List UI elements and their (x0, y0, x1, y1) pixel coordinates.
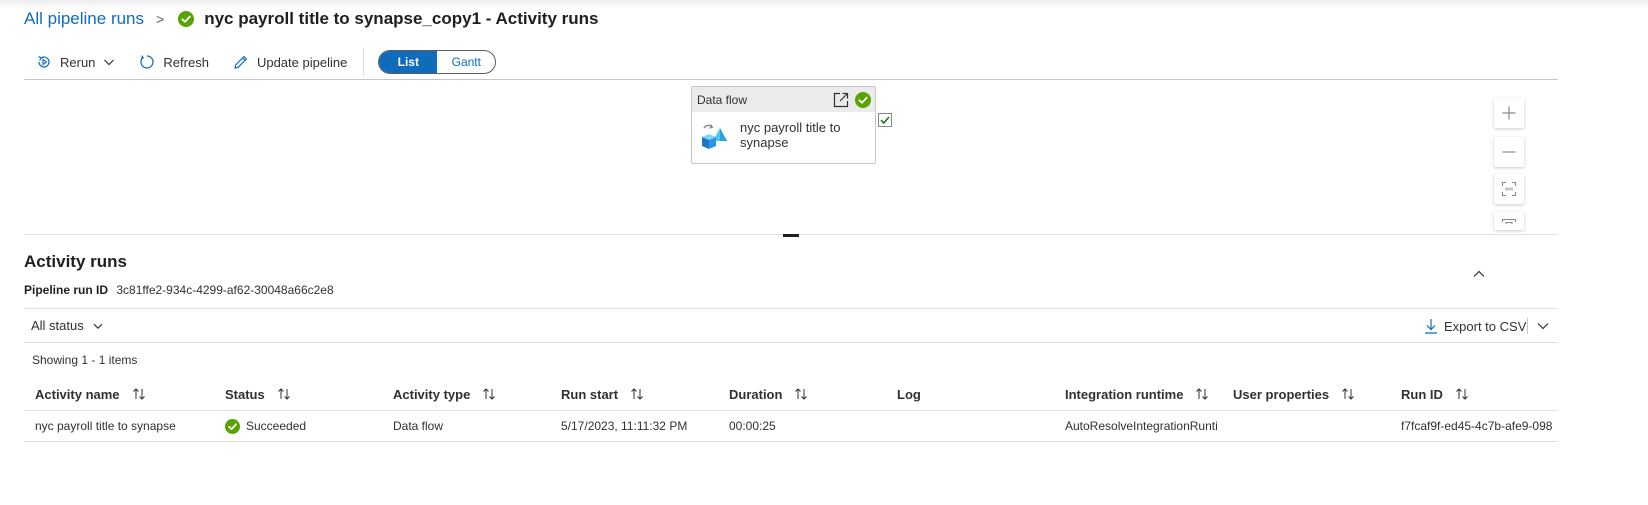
column-header-label: User properties (1233, 386, 1330, 402)
column-header-run-id[interactable]: Run ID (1401, 378, 1558, 410)
column-header-label: Duration (729, 386, 783, 402)
sort-icon[interactable] (1455, 387, 1469, 401)
update-pipeline-label: Update pipeline (256, 54, 348, 70)
zoom-100-button[interactable] (1494, 174, 1524, 204)
column-header-label: Status (225, 386, 265, 402)
activity-node-header: Data flow (692, 87, 875, 112)
sort-icon[interactable] (794, 387, 808, 401)
minus-icon (1502, 151, 1516, 153)
list-view-button[interactable]: List (379, 51, 438, 73)
cell-log (897, 411, 1065, 441)
sort-icon[interactable] (277, 387, 291, 401)
activity-node-name: nyc payroll title to synapse (740, 120, 841, 150)
activity-runs-table-header: Activity name Status Activity type Run s… (24, 378, 1558, 411)
column-header-label: Activity name (35, 386, 120, 402)
update-pipeline-button[interactable]: Update pipeline (221, 48, 359, 76)
pipeline-run-id-value: 3c81ffe2-934c-4299-af62-30048a66c2e8 (116, 283, 334, 297)
chevron-down-icon[interactable] (1535, 318, 1551, 334)
column-header-label: Log (897, 386, 921, 402)
success-icon (178, 11, 195, 27)
cell-user-properties (1233, 411, 1401, 441)
pipeline-run-id: Pipeline run ID 3c81ffe2-934c-4299-af62-… (24, 283, 334, 297)
open-external-icon[interactable] (832, 91, 850, 109)
refresh-icon (140, 55, 154, 69)
column-header-duration[interactable]: Duration (729, 378, 897, 410)
zoom-reset-icon (1501, 181, 1517, 197)
breadcrumb-separator: > (156, 11, 165, 27)
cell-integration-runtime: AutoResolveIntegrationRunti (1065, 419, 1218, 433)
page-title: nyc payroll title to synapse_copy1 - Act… (204, 9, 599, 28)
table-row[interactable]: nyc payroll title to synapse Succeeded D… (24, 411, 1558, 442)
pipeline-canvas[interactable]: Data flow nyc payroll title to synapse (24, 79, 1558, 235)
pipeline-run-id-label: Pipeline run ID (24, 283, 109, 297)
filter-bar: All status Export to CSV (24, 308, 1558, 343)
activity-runs-title: Activity runs (24, 252, 127, 271)
column-header-activity-type[interactable]: Activity type (393, 378, 561, 410)
pane-splitter[interactable] (783, 234, 799, 237)
chevron-up-icon[interactable] (1471, 266, 1487, 282)
export-to-csv-button[interactable]: Export to CSV (1424, 316, 1526, 336)
rerun-icon (38, 55, 50, 68)
cell-status: Succeeded (225, 411, 393, 441)
breadcrumb: All pipeline runs > nyc payroll title to… (24, 8, 598, 30)
download-icon (1425, 319, 1437, 334)
view-toggle: List Gantt (378, 50, 497, 74)
cell-run-id[interactable]: f7fcaf9f-ed45-4c7b-afe9-098 (1401, 411, 1558, 441)
column-header-label: Activity type (393, 386, 471, 402)
zoom-in-button[interactable] (1494, 98, 1524, 128)
breadcrumb-all-pipeline-runs[interactable]: All pipeline runs (24, 9, 144, 29)
column-header-label: Run start (561, 386, 619, 402)
column-header-log: Log (897, 378, 1065, 410)
items-count: Showing 1 - 1 items (32, 353, 138, 367)
refresh-button[interactable]: Refresh (127, 48, 221, 76)
activity-node-type: Data flow (697, 92, 748, 107)
top-shade (0, 0, 1648, 8)
gantt-view-button[interactable]: Gantt (437, 51, 495, 73)
column-header-status[interactable]: Status (225, 378, 393, 410)
fit-screen-icon (1501, 218, 1517, 224)
status-filter-label: All status (31, 318, 84, 333)
activity-node-body: nyc payroll title to synapse (692, 112, 875, 154)
cell-activity-name[interactable]: nyc payroll title to synapse (35, 411, 225, 441)
rerun-button[interactable]: Rerun (24, 48, 127, 76)
zoom-out-button[interactable] (1494, 137, 1524, 167)
rerun-label: Rerun (60, 54, 96, 70)
plus-icon (1502, 106, 1516, 120)
status-label: Succeeded (246, 419, 307, 433)
edit-icon (234, 55, 248, 69)
sort-icon[interactable] (1195, 387, 1209, 401)
cell-run-start: 5/17/2023, 11:11:32 PM (561, 419, 688, 433)
column-header-run-start[interactable]: Run start (561, 378, 729, 410)
chevron-down-icon (104, 59, 115, 66)
chevron-down-icon (93, 323, 103, 329)
success-icon (225, 418, 240, 434)
success-icon (855, 91, 871, 108)
column-header-integration-runtime[interactable]: Integration runtime (1065, 378, 1233, 410)
sort-icon[interactable] (482, 387, 496, 401)
cell-duration: 00:00:25 (729, 419, 776, 433)
checkmark-icon (880, 116, 890, 125)
activity-node[interactable]: Data flow nyc payroll title to synapse (691, 86, 876, 164)
column-header-activity-name[interactable]: Activity name (35, 378, 225, 410)
cell-activity-type: Data flow (393, 419, 444, 433)
export-divider (1527, 318, 1528, 334)
refresh-label: Refresh (163, 54, 209, 70)
data-flow-icon (702, 124, 727, 149)
sort-icon[interactable] (1341, 387, 1355, 401)
node-select-checkbox[interactable] (878, 113, 892, 127)
toolbar-divider (363, 48, 365, 76)
column-header-label: Run ID (1401, 386, 1443, 402)
export-to-csv-label: Export to CSV (1444, 318, 1527, 334)
column-header-user-properties[interactable]: User properties (1233, 378, 1401, 410)
status-filter-dropdown[interactable]: All status (31, 318, 104, 333)
sort-icon[interactable] (630, 387, 644, 401)
column-header-label: Integration runtime (1065, 386, 1184, 402)
toolbar: Rerun Refresh Update pipeline List Gantt (24, 48, 497, 76)
sort-icon[interactable] (132, 387, 146, 401)
fit-to-screen-button[interactable] (1494, 212, 1524, 230)
